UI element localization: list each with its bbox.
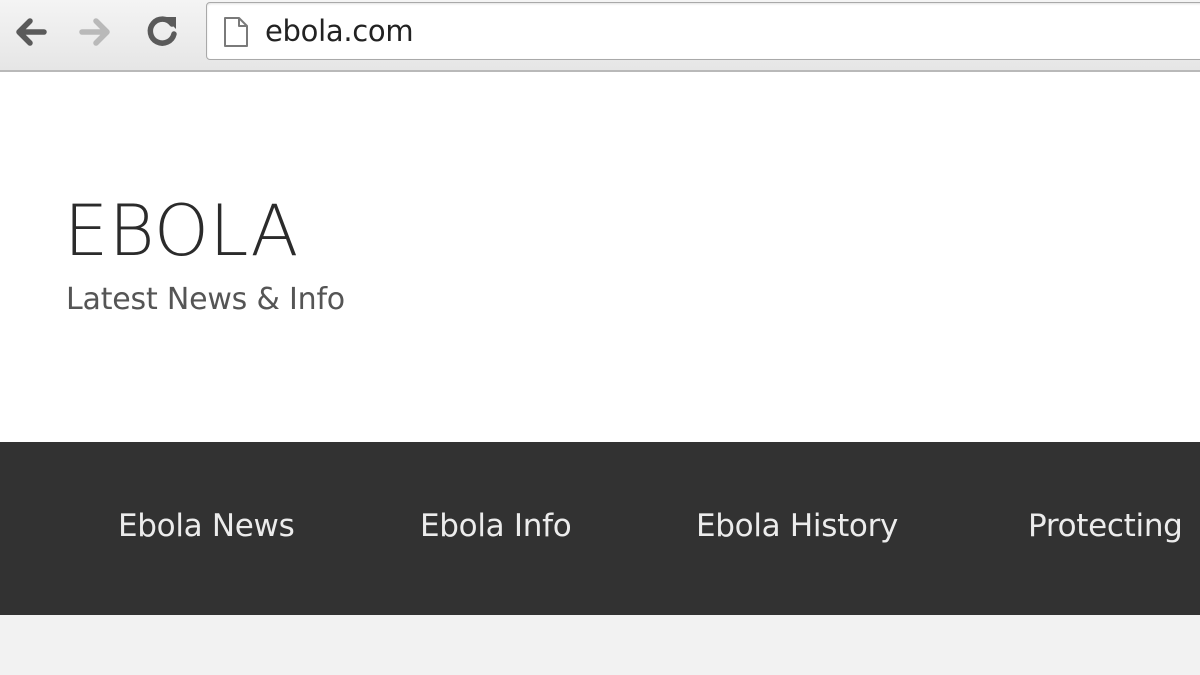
url-text: ebola.com [265, 14, 414, 48]
web-page: EBOLA Latest News & Info Ebola News Ebol… [0, 74, 1200, 675]
address-bar[interactable]: ebola.com [206, 2, 1200, 60]
forward-button[interactable] [74, 10, 118, 54]
site-tagline: Latest News & Info [66, 282, 345, 317]
nav-item-ebola-history[interactable]: Ebola History [696, 508, 898, 544]
back-button[interactable] [8, 10, 52, 54]
nav-item-ebola-info[interactable]: Ebola Info [420, 508, 572, 544]
reload-icon [147, 16, 177, 46]
reload-button[interactable] [140, 10, 184, 54]
page-icon [224, 17, 248, 47]
main-navigation: Ebola News Ebola Info Ebola History Prot… [0, 442, 1200, 615]
arrow-left-icon [16, 18, 47, 46]
browser-toolbar: ebola.com [0, 0, 1200, 72]
content-area [0, 615, 1200, 675]
nav-item-ebola-news[interactable]: Ebola News [118, 508, 295, 544]
nav-item-protecting[interactable]: Protecting [1028, 508, 1183, 544]
arrow-right-icon [79, 18, 110, 46]
site-title[interactable]: EBOLA [64, 191, 299, 271]
